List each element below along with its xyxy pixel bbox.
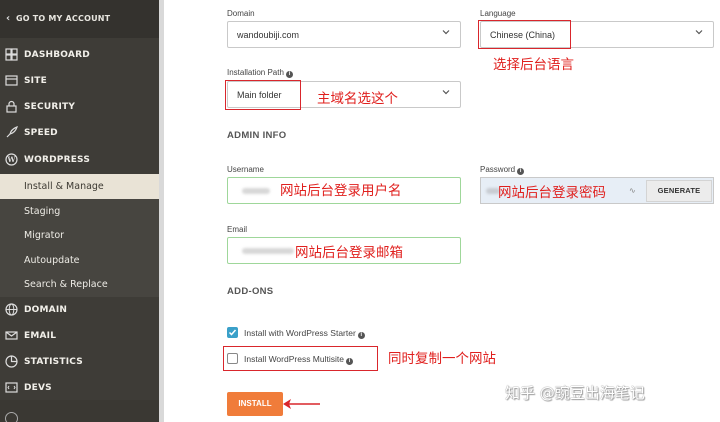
sidebar-item-dashboard[interactable]: DASHBOARD — [0, 42, 159, 68]
go-to-account-label: GO TO MY ACCOUNT — [16, 14, 111, 23]
sidebar-item-label: SPEED — [24, 128, 58, 138]
language-label: Language — [480, 9, 516, 18]
svg-text:W: W — [6, 155, 15, 164]
checkmark-icon — [228, 329, 237, 336]
rocket-icon — [6, 126, 18, 138]
info-icon[interactable]: i — [285, 71, 293, 78]
sidebar-subitem-install-manage[interactable]: Install & Manage — [0, 174, 159, 199]
username-redacted — [242, 188, 270, 194]
site-icon — [5, 75, 18, 86]
sidebar-item-email[interactable]: EMAIL — [0, 323, 159, 349]
sidebar-item-site[interactable]: SITE — [0, 68, 159, 94]
password-annotation: 网站后台登录密码 — [498, 185, 606, 201]
addons-heading: ADD-ONS — [227, 286, 274, 297]
sidebar-item-statistics[interactable]: STATISTICS — [0, 349, 159, 375]
sidebar-item-label: DEVS — [24, 383, 52, 393]
sidebar-subitem-search-replace[interactable]: Search & Replace — [0, 272, 159, 297]
globe-icon — [5, 303, 18, 316]
sidebar-item-label: WORDPRESS — [24, 155, 91, 165]
path-annotation: 主域名选这个 — [317, 91, 398, 107]
go-to-account-link[interactable]: ‹ GO TO MY ACCOUNT — [0, 0, 159, 38]
sidebar-subitem-migrator[interactable]: Migrator — [0, 223, 159, 248]
chevron-down-icon — [442, 30, 450, 35]
sidebar-subitem-label: Autoupdate — [24, 255, 80, 266]
install-button[interactable]: INSTALL — [227, 392, 283, 416]
chevron-down-icon — [695, 30, 703, 35]
sidebar-item-domain[interactable]: DOMAIN — [0, 297, 159, 323]
username-annotation: 网站后台登录用户名 — [280, 183, 402, 199]
multisite-highlight-box — [223, 346, 378, 371]
language-highlight-box — [478, 20, 571, 49]
sidebar-subitem-label: Migrator — [24, 230, 65, 241]
sidebar-item-label: STATISTICS — [24, 357, 83, 367]
sidebar-item-speed[interactable]: SPEED — [0, 120, 159, 146]
email-annotation: 网站后台登录邮箱 — [295, 245, 403, 261]
sidebar-item-label: SECURITY — [24, 102, 76, 112]
arrow-left-icon — [283, 399, 320, 409]
code-icon — [5, 382, 18, 393]
starter-checkbox[interactable] — [227, 327, 238, 338]
generate-password-button[interactable]: GENERATE — [646, 180, 712, 202]
sidebar-item-wordpress[interactable]: W WORDPRESS — [0, 147, 159, 173]
help-icon[interactable] — [5, 412, 18, 422]
path-highlight-box — [225, 80, 301, 110]
installation-path-label: Installation Path i — [227, 68, 293, 78]
starter-checkbox-label: Install with WordPress Starter i — [244, 328, 365, 339]
domain-value: wandoubiji.com — [237, 30, 300, 40]
language-annotation: 选择后台语言 — [493, 57, 574, 73]
password-label: Password i — [480, 165, 525, 175]
domain-select[interactable]: wandoubiji.com — [227, 21, 461, 48]
sidebar-item-devs[interactable]: DEVS — [0, 375, 159, 401]
wordpress-icon: W — [5, 153, 18, 166]
lock-icon — [6, 100, 17, 113]
scrollbar[interactable] — [159, 0, 164, 422]
sidebar-bottom — [0, 400, 159, 422]
statistics-icon — [5, 355, 18, 368]
username-label: Username — [227, 165, 264, 174]
info-icon[interactable]: i — [517, 168, 525, 175]
domain-label: Domain — [227, 9, 255, 18]
sidebar-item-label: DASHBOARD — [24, 50, 90, 60]
multisite-annotation: 同时复制一个网站 — [388, 351, 496, 367]
sidebar-subitem-label: Install & Manage — [24, 181, 104, 192]
sidebar-item-label: SITE — [24, 76, 47, 86]
admin-info-heading: ADMIN INFO — [227, 130, 287, 141]
sidebar-item-security[interactable]: SECURITY — [0, 94, 159, 120]
info-icon[interactable]: i — [357, 332, 365, 339]
mail-icon — [5, 331, 18, 340]
chevron-down-icon — [442, 90, 450, 95]
sidebar-item-label: DOMAIN — [24, 305, 68, 315]
sidebar-subitem-autoupdate[interactable]: Autoupdate — [0, 248, 159, 273]
sidebar: ‹ GO TO MY ACCOUNT DASHBOARD SITE SECURIT… — [0, 0, 159, 422]
back-arrow-icon: ‹ — [6, 13, 11, 24]
sidebar-subitem-staging[interactable]: Staging — [0, 199, 159, 224]
show-password-icon[interactable]: ∿ — [629, 186, 636, 195]
email-label: Email — [227, 225, 248, 234]
app-root: ‹ GO TO MY ACCOUNT DASHBOARD SITE SECURIT… — [0, 0, 720, 422]
email-redacted — [242, 248, 294, 254]
watermark: 知乎 @豌豆出海笔记 — [505, 384, 645, 402]
dashboard-icon — [5, 48, 18, 61]
sidebar-subitem-label: Staging — [24, 206, 61, 217]
sidebar-subitem-label: Search & Replace — [24, 279, 108, 290]
sidebar-item-label: EMAIL — [24, 331, 57, 341]
